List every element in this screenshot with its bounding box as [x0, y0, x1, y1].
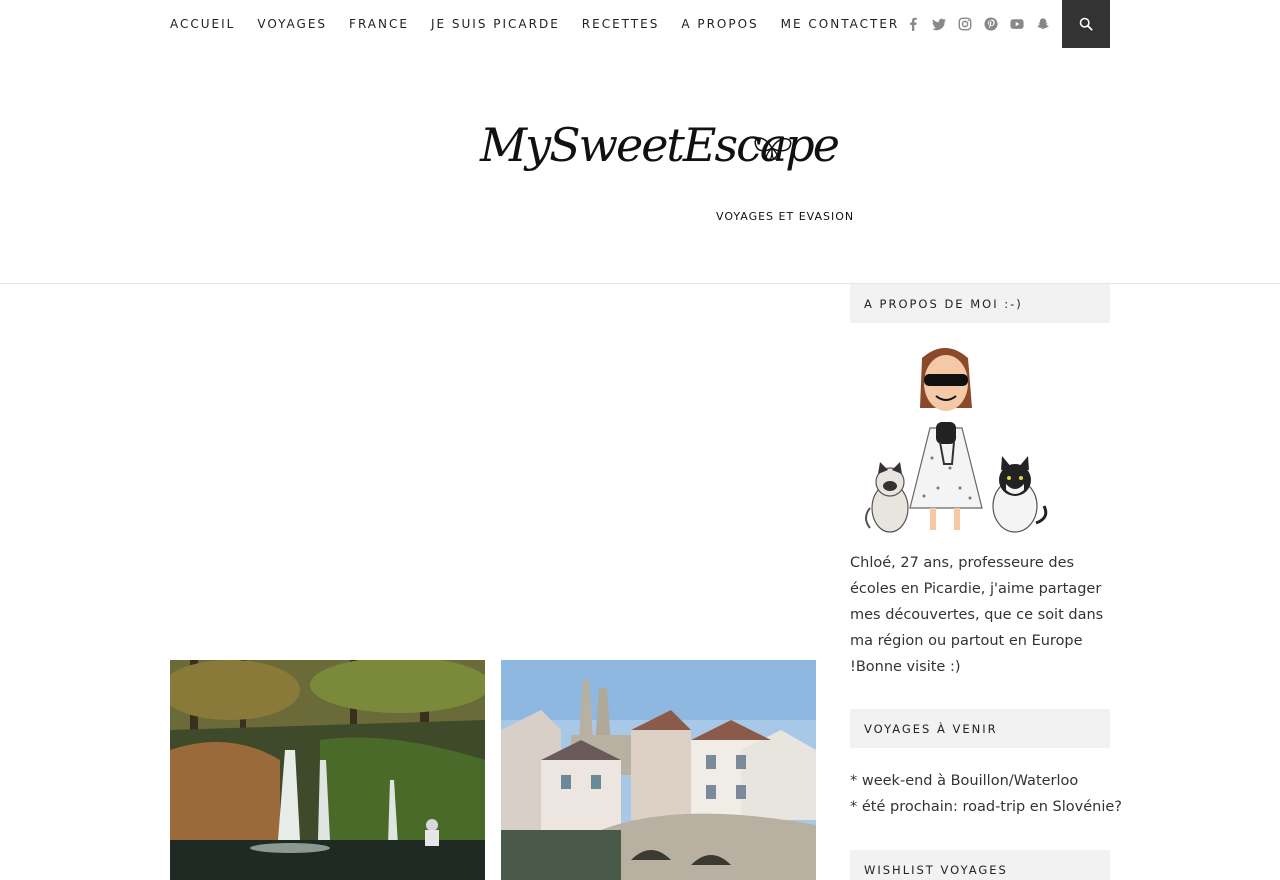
search-icon — [1079, 17, 1093, 31]
author-avatar — [865, 348, 1048, 533]
post-thumbnail-waterfall[interactable] — [170, 660, 485, 880]
nav-item-a-propos[interactable]: A PROPOS — [681, 17, 758, 31]
nav-item-accueil[interactable]: ACCUEIL — [170, 17, 235, 31]
main-nav: ACCUEIL VOYAGES FRANCE JE SUIS PICARDE R… — [170, 0, 921, 48]
site-logo[interactable]: MySweetEscape VOYAGES ET EVASION — [470, 118, 870, 238]
pinterest-icon[interactable] — [978, 0, 1004, 48]
widget-title-about: A PROPOS DE MOI :-) — [850, 284, 1110, 323]
widget-title-wishlist: WISHLIST VOYAGES — [850, 850, 1110, 880]
nav-item-france[interactable]: FRANCE — [349, 17, 409, 31]
chartres-image — [501, 660, 816, 880]
list-item: * week-end à Bouillon/Waterloo — [850, 773, 1079, 789]
butterfly-icon — [754, 137, 792, 160]
nav-item-recettes[interactable]: RECETTES — [582, 17, 660, 31]
upcoming-trips-list: * week-end à Bouillon/Waterloo * été pro… — [850, 768, 1122, 820]
youtube-icon[interactable] — [1004, 0, 1030, 48]
twitter-icon[interactable] — [926, 0, 952, 48]
social-links — [900, 0, 1056, 48]
waterfall-image — [170, 660, 485, 880]
site-tagline: VOYAGES ET EVASION — [716, 210, 855, 223]
top-bar: ACCUEIL VOYAGES FRANCE JE SUIS PICARDE R… — [0, 0, 1280, 48]
about-text: Chloé, 27 ans, professeure des écoles en… — [850, 555, 1104, 675]
facebook-icon[interactable] — [900, 0, 926, 48]
nav-item-voyages[interactable]: VOYAGES — [257, 17, 327, 31]
search-button[interactable] — [1062, 0, 1110, 48]
post-thumbnail-chartres[interactable] — [501, 660, 816, 880]
widget-title-trips: VOYAGES À VENIR — [850, 709, 1110, 748]
list-item: * été prochain: road-trip en Slovénie? — [850, 799, 1122, 815]
nav-item-me-contacter[interactable]: ME CONTACTER — [781, 17, 900, 31]
instagram-icon[interactable] — [952, 0, 978, 48]
nav-item-je-suis-picarde[interactable]: JE SUIS PICARDE — [431, 17, 560, 31]
snapchat-icon[interactable] — [1030, 0, 1056, 48]
